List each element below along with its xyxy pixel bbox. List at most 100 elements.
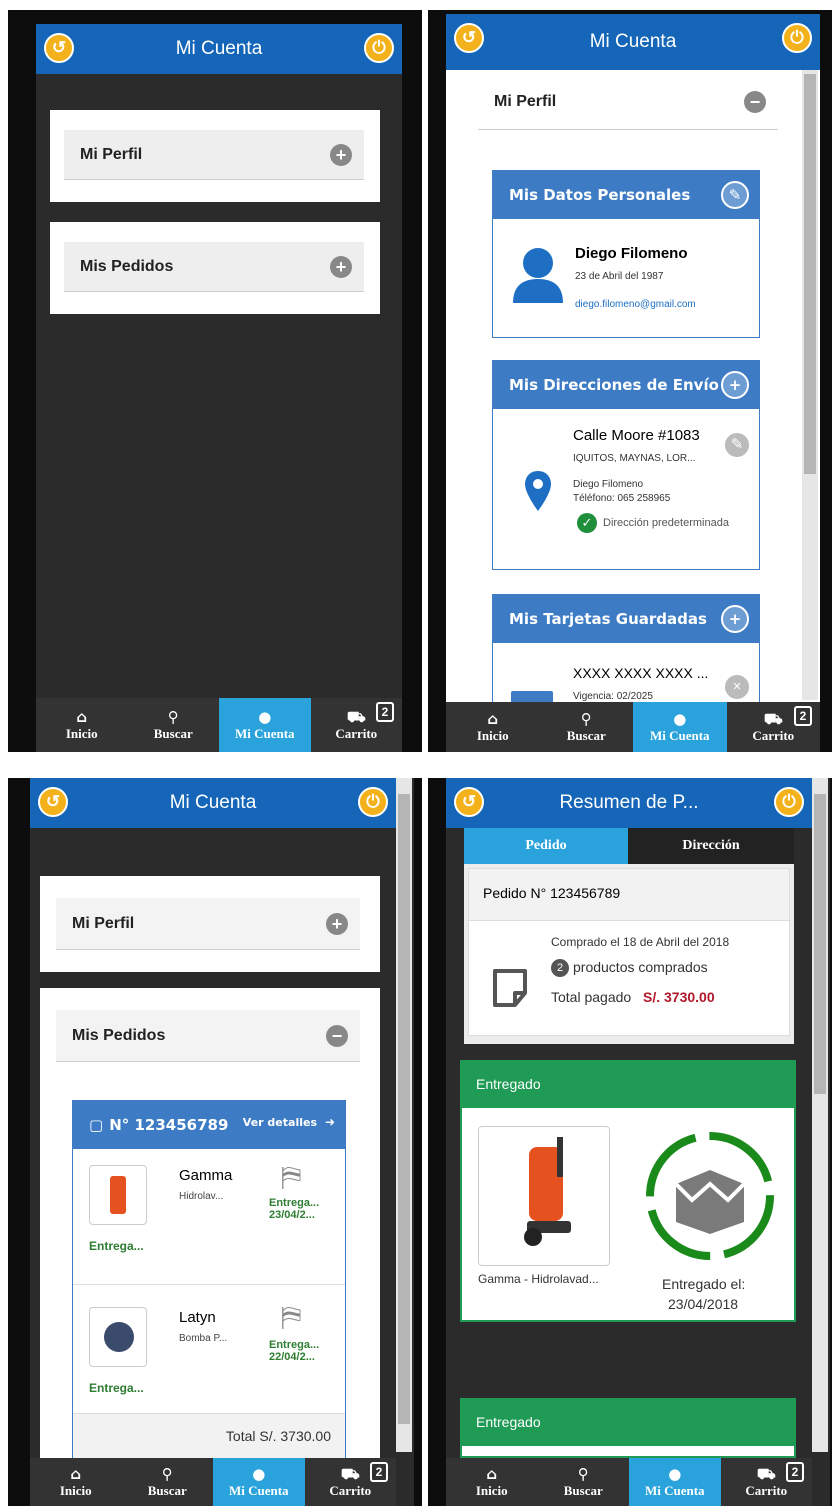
nav-carrito[interactable]: ⛟ Carrito 2	[727, 702, 821, 752]
profile-card: Mi Perfil +	[50, 110, 380, 202]
orders-card: Mis Pedidos − ▢ N° 123456789 Ver detalle…	[40, 988, 380, 1460]
nav-mi-cuenta[interactable]: ● Mi Cuenta	[219, 698, 311, 752]
item-status: Entrega...	[89, 1239, 144, 1253]
home-icon: ⌂	[76, 707, 88, 726]
add-icon[interactable]: +	[721, 605, 749, 633]
cards-box: Mis Tarjetas Guardadas + XXXX XXXX XXXX …	[492, 594, 760, 704]
accordion-mis-pedidos[interactable]: Mis Pedidos −	[56, 1010, 360, 1062]
item-description: Bomba P...	[179, 1333, 228, 1344]
app-header: ↺ Mi Cuenta ⏻	[446, 14, 820, 70]
accordion-mis-pedidos[interactable]: Mis Pedidos +	[64, 242, 364, 292]
card-number: XXXX XXXX XXXX ...	[573, 665, 709, 681]
nav-inicio[interactable]: ⌂ Inicio	[446, 702, 540, 752]
item-status: Entrega...	[89, 1381, 144, 1395]
minus-icon[interactable]: −	[744, 90, 766, 113]
product-image	[89, 1307, 147, 1367]
scrollbar-thumb[interactable]	[814, 794, 826, 1094]
nav-inicio[interactable]: ⌂ Inicio	[36, 698, 128, 752]
scrollbar-thumb[interactable]	[398, 794, 410, 1424]
nav-carrito[interactable]: ⛟ Carrito 2	[311, 698, 403, 752]
edit-icon[interactable]: ✎	[721, 181, 749, 209]
nav-carrito[interactable]: ⛟ Carrito 2	[721, 1458, 813, 1506]
order-item[interactable]: Entrega... Gamma Hidrolav... ⛿ Entrega..…	[73, 1149, 345, 1285]
address-city: IQUITOS, MAYNAS, LOR...	[573, 453, 696, 464]
address-street: Calle Moore #1083	[573, 427, 700, 444]
nav-mi-cuenta[interactable]: ● Mi Cuenta	[629, 1458, 721, 1506]
page-title: Resumen de P...	[559, 792, 699, 813]
item-description: Hidrolav...	[179, 1191, 224, 1202]
minus-icon[interactable]: −	[326, 1024, 348, 1047]
nav-inicio[interactable]: ⌂ Inicio	[446, 1458, 538, 1506]
product-image	[478, 1126, 610, 1266]
card-validity: Vigencia: 02/2025	[573, 691, 653, 702]
user-icon: ●	[252, 1464, 266, 1483]
tab-bar: Pedido Dirección	[464, 828, 794, 864]
total-paid-label: Total pagado	[551, 989, 632, 1005]
back-icon[interactable]: ↺	[454, 787, 484, 817]
power-icon[interactable]: ⏻	[358, 787, 388, 817]
address-phone: Téléfono: 065 258965	[573, 493, 671, 504]
nav-buscar[interactable]: ⚲ Buscar	[540, 702, 634, 752]
user-avatar-icon	[513, 248, 563, 303]
page-title: Mi Cuenta	[169, 792, 257, 813]
page-title: Mi Cuenta	[175, 38, 263, 59]
order-item[interactable]: Entrega... Latyn Bomba P... ⛿ Entrega...…	[73, 1285, 345, 1413]
item-brand: Gamma	[179, 1167, 233, 1184]
view-details-link[interactable]: Ver detalles	[243, 1116, 317, 1129]
order-title: Pedido N° 123456789	[483, 885, 621, 901]
total-paid-value: S/. 3730.00	[643, 989, 715, 1005]
user-email: diego.filomeno@gmail.com	[575, 299, 696, 310]
plus-icon[interactable]: +	[326, 912, 348, 935]
tab-pedido[interactable]: Pedido	[464, 828, 628, 864]
accordion-mi-perfil[interactable]: Mi Perfil −	[478, 74, 778, 130]
page-title: Mi Cuenta	[589, 31, 677, 52]
personal-data-box: Mis Datos Personales ✎ Diego Filomeno 23…	[492, 170, 760, 338]
nav-inicio[interactable]: ⌂ Inicio	[30, 1458, 122, 1506]
phone-frame: ↺ Resumen de P... ⏻ Pedido Dirección Ped…	[446, 778, 830, 1506]
back-icon[interactable]: ↺	[454, 23, 484, 53]
accordion-label: Mis Pedidos	[80, 257, 174, 275]
bottom-nav: ⌂ Inicio ⚲ Buscar ● Mi Cuenta ⛟ Carrito 2	[36, 698, 402, 752]
screen-1: ↺ Mi Cuenta ⏻ Mi Perfil + Mis Pedidos + …	[8, 10, 422, 752]
accordion-mi-perfil[interactable]: Mi Perfil +	[56, 898, 360, 950]
scrollbar-thumb[interactable]	[804, 74, 816, 474]
default-address-label: Dirección predeterminada	[603, 517, 729, 529]
power-icon[interactable]: ⏻	[782, 23, 812, 53]
item-delivery-date: 22/04/2...	[269, 1351, 315, 1363]
accordion-mi-perfil[interactable]: Mi Perfil +	[64, 130, 364, 180]
nav-mi-cuenta[interactable]: ● Mi Cuenta	[213, 1458, 305, 1506]
plus-icon[interactable]: +	[330, 143, 352, 166]
arrow-right-icon[interactable]: ➜	[325, 1115, 335, 1129]
delivery-card-2: Entregado	[460, 1398, 796, 1458]
location-pin-icon	[525, 471, 551, 511]
edit-icon[interactable]: ✎	[723, 431, 751, 459]
plus-icon[interactable]: +	[330, 255, 352, 278]
nav-buscar[interactable]: ⚲ Buscar	[538, 1458, 630, 1506]
search-icon: ⚲	[161, 1464, 173, 1483]
nav-buscar[interactable]: ⚲ Buscar	[128, 698, 220, 752]
search-icon: ⚲	[167, 707, 179, 726]
orders-card: Mis Pedidos +	[50, 222, 380, 314]
add-icon[interactable]: +	[721, 371, 749, 399]
nav-carrito[interactable]: ⛟ Carrito 2	[305, 1458, 397, 1506]
order-number: N° 123456789	[109, 1116, 229, 1134]
address-person: Diego Filomeno	[573, 479, 644, 490]
tab-direccion[interactable]: Dirección	[628, 828, 794, 864]
back-icon[interactable]: ↺	[44, 33, 74, 63]
power-icon[interactable]: ⏻	[364, 33, 394, 63]
nav-buscar[interactable]: ⚲ Buscar	[122, 1458, 214, 1506]
back-icon[interactable]: ↺	[38, 787, 68, 817]
search-icon: ⚲	[580, 709, 592, 728]
cart-badge: 2	[376, 702, 394, 722]
delivered-box-icon	[646, 1132, 774, 1260]
nav-mi-cuenta[interactable]: ● Mi Cuenta	[633, 702, 727, 752]
check-icon: ✓	[577, 513, 597, 533]
phone-frame: ↺ Mi Cuenta ⏻ Mi Perfil − Mis Datos Pers…	[446, 14, 820, 752]
remove-icon[interactable]: ×	[723, 673, 751, 701]
order-header: ▢ N° 123456789 Ver detalles ➜	[73, 1101, 345, 1149]
box-icon: ⛿	[281, 1161, 302, 1192]
power-icon[interactable]: ⏻	[774, 787, 804, 817]
home-icon: ⌂	[486, 1464, 498, 1483]
user-icon: ●	[673, 709, 687, 728]
order-title-bar: Pedido N° 123456789	[469, 869, 789, 921]
